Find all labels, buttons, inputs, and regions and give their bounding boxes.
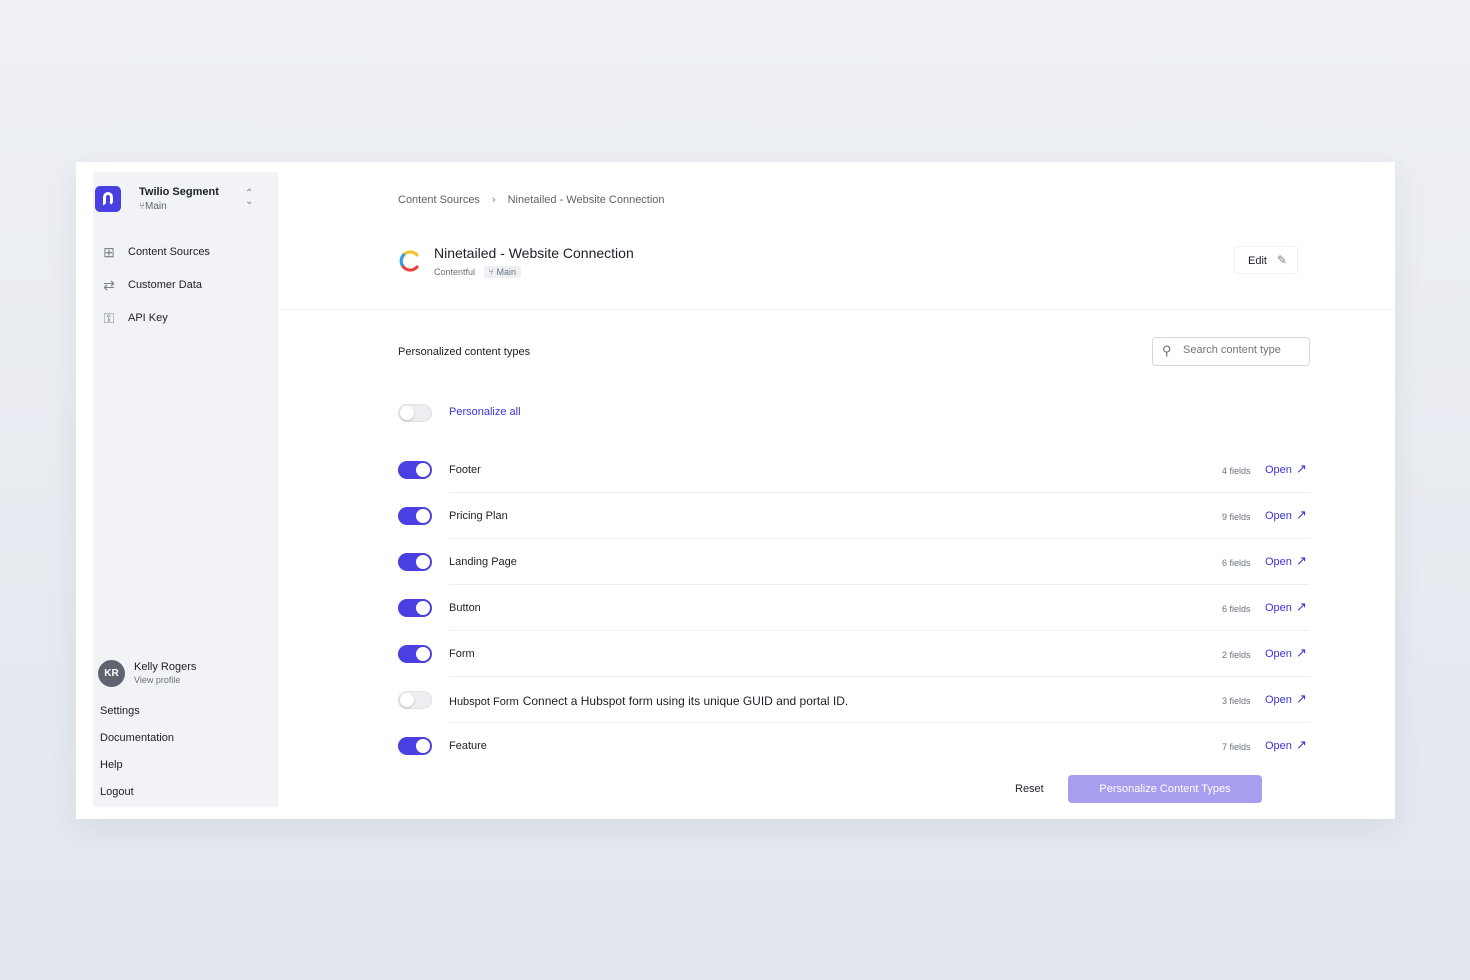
table-row: Button 6 fields Open ↗ [398, 585, 1310, 631]
search-icon: ⚲ [1162, 343, 1172, 358]
workspace-name: Twilio Segment [139, 186, 219, 198]
sidebar-item-label: Customer Data [128, 279, 202, 291]
content-type-toggle[interactable] [398, 553, 432, 571]
toggle-knob [416, 601, 430, 615]
content-type-name: Footer [449, 464, 481, 476]
edit-button[interactable]: Edit ✎ [1234, 246, 1298, 274]
content-type-name: Form [449, 648, 475, 660]
workspace-switcher[interactable]: Twilio Segment ⑂Main ⌃ ⌄ [95, 184, 265, 214]
content-type-toggle[interactable] [398, 691, 432, 709]
content-type-name: Button [449, 602, 481, 614]
content-type-toggle[interactable] [398, 599, 432, 617]
page-title: Ninetailed - Website Connection [434, 245, 634, 261]
personalize-content-types-button[interactable]: Personalize Content Types [1068, 775, 1262, 803]
breadcrumb-current: Ninetailed - Website Connection [507, 194, 665, 206]
content-type-name: Pricing Plan [449, 510, 508, 522]
sidebar: Twilio Segment ⑂Main ⌃ ⌄ ⊞ Content Source… [93, 172, 278, 807]
external-link-icon[interactable]: ↗ [1296, 553, 1307, 569]
content-type-description: Connect a Hubspot form using its unique … [522, 694, 849, 708]
open-link[interactable]: Open [1265, 602, 1292, 614]
toggle-knob [416, 555, 430, 569]
content-type-name: Landing Page [449, 556, 517, 568]
external-link-icon[interactable]: ↗ [1296, 737, 1307, 753]
table-row: Feature 7 fields Open ↗ [398, 723, 1310, 769]
sidebar-item-label: Content Sources [128, 246, 210, 258]
open-link[interactable]: Open [1265, 648, 1292, 660]
source-meta: Contentful ⑂ Main [434, 266, 521, 278]
open-link[interactable]: Open [1265, 464, 1292, 476]
sidebar-item-customer-data[interactable]: ⇄ Customer Data [101, 275, 271, 297]
help-link[interactable]: Help [100, 759, 123, 771]
toggle-knob [416, 739, 430, 753]
field-count: 6 fields [1222, 558, 1251, 568]
sidebar-item-api-key[interactable]: ⚿ API Key [101, 308, 271, 330]
content-type-toggle[interactable] [398, 507, 432, 525]
user-profile[interactable]: KR Kelly Rogers View profile [98, 660, 268, 690]
branch-badge: ⑂ Main [483, 266, 521, 278]
avatar: KR [98, 660, 125, 687]
field-count: 6 fields [1222, 604, 1251, 614]
chevron-right-icon: › [491, 194, 496, 206]
key-icon: ⚿ [103, 310, 115, 326]
personalize-all-toggle[interactable] [398, 404, 432, 422]
profile-name: Kelly Rogers [134, 661, 197, 673]
content-type-toggle[interactable] [398, 737, 432, 755]
source-type: Contentful [434, 267, 476, 277]
toggle-knob [400, 406, 414, 420]
content-type-toggle[interactable] [398, 461, 432, 479]
documentation-link[interactable]: Documentation [100, 732, 174, 744]
table-row: Pricing Plan 9 fields Open ↗ [398, 493, 1310, 539]
external-link-icon[interactable]: ↗ [1296, 645, 1307, 661]
table-row: Form 2 fields Open ↗ [398, 631, 1310, 677]
breadcrumb-content-sources[interactable]: Content Sources [398, 194, 480, 206]
personalize-all-label[interactable]: Personalize all [449, 406, 521, 418]
external-link-icon[interactable]: ↗ [1296, 507, 1307, 523]
external-link-icon[interactable]: ↗ [1296, 599, 1307, 615]
toggle-knob [416, 509, 430, 523]
app-window: Twilio Segment ⑂Main ⌃ ⌄ ⊞ Content Source… [76, 162, 1395, 819]
field-count: 3 fields [1222, 696, 1251, 706]
field-count: 4 fields [1222, 466, 1251, 476]
content-type-toggle[interactable] [398, 645, 432, 663]
workspace-branch: ⑂Main [139, 201, 167, 212]
field-count: 2 fields [1222, 650, 1251, 660]
toggle-knob [400, 693, 414, 707]
reset-button[interactable]: Reset [1015, 783, 1044, 795]
section-title: Personalized content types [398, 346, 531, 358]
swap-icon: ⇄ [103, 277, 115, 293]
content-type-name: Hubspot Form Connect a Hubspot form using… [449, 694, 849, 708]
chevron-up-down-icon[interactable]: ⌃ ⌄ [245, 189, 253, 207]
view-profile-link[interactable]: View profile [134, 675, 180, 685]
divider [278, 309, 1395, 310]
search-field[interactable]: ⚲ [1152, 337, 1310, 366]
search-input[interactable] [1183, 344, 1303, 356]
open-link[interactable]: Open [1265, 740, 1292, 752]
content-type-name: Feature [449, 740, 487, 752]
logout-link[interactable]: Logout [100, 786, 134, 798]
open-link[interactable]: Open [1265, 694, 1292, 706]
breadcrumb: Content Sources › Ninetailed - Website Con… [398, 194, 665, 206]
table-row: Hubspot Form Connect a Hubspot form using… [398, 677, 1310, 723]
branch-icon: ⑂ [488, 267, 494, 277]
external-link-icon[interactable]: ↗ [1296, 691, 1307, 707]
settings-link[interactable]: Settings [100, 705, 140, 717]
contentful-logo-icon [399, 250, 419, 272]
open-link[interactable]: Open [1265, 556, 1292, 568]
table-row: Footer 4 fields Open ↗ [398, 447, 1310, 493]
table-row: Landing Page 6 fields Open ↗ [398, 539, 1310, 585]
field-count: 9 fields [1222, 512, 1251, 522]
grid-icon: ⊞ [103, 244, 115, 260]
sidebar-item-content-sources[interactable]: ⊞ Content Sources [101, 242, 271, 264]
toggle-knob [416, 463, 430, 477]
pencil-icon: ✎ [1277, 253, 1288, 267]
sidebar-item-label: API Key [128, 312, 168, 324]
open-link[interactable]: Open [1265, 510, 1292, 522]
field-count: 7 fields [1222, 742, 1251, 752]
toggle-knob [416, 647, 430, 661]
external-link-icon[interactable]: ↗ [1296, 461, 1307, 477]
segment-logo-icon [95, 186, 121, 212]
